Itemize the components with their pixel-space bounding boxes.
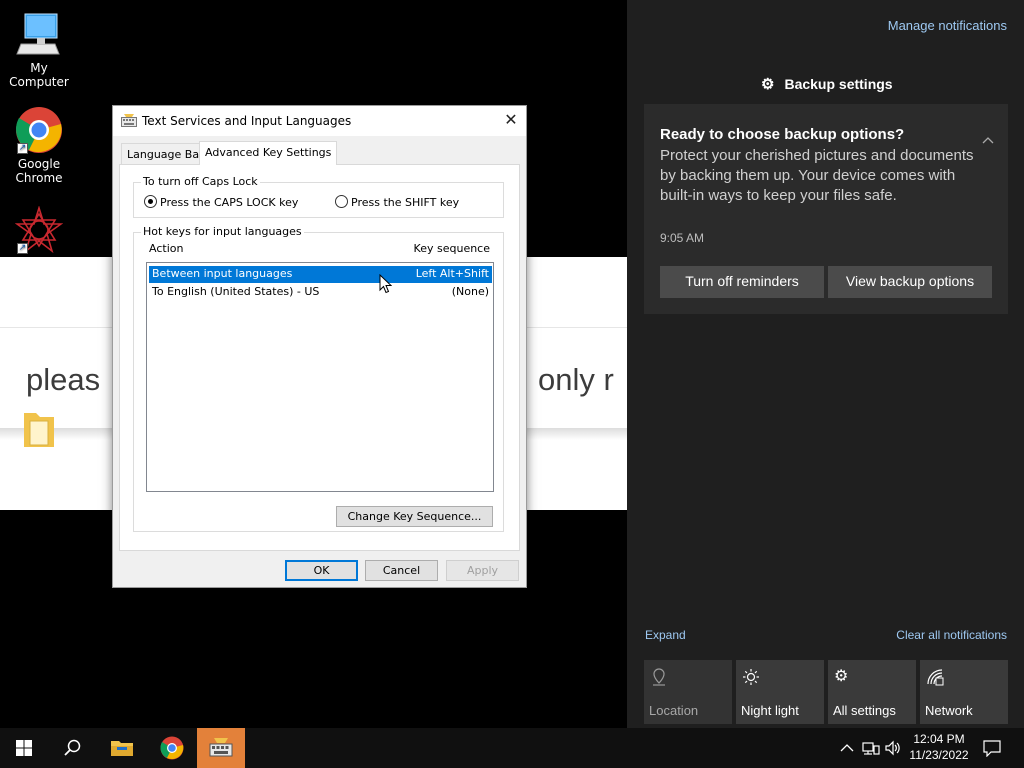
hotkeys-legend: Hot keys for input languages [141,225,304,238]
night-light-icon [742,668,760,686]
start-button[interactable] [0,728,48,768]
desktop-icon-label: My Computer [9,61,69,89]
column-header-key-sequence[interactable]: Key sequence [414,242,490,255]
quick-action-label: Network [925,703,973,718]
list-item-action: Between input languages [152,267,293,280]
tab-panel: To turn off Caps Lock Press the CAPS LOC… [119,164,520,551]
chrome-icon [160,736,184,760]
taskbar-text-services[interactable] [197,728,245,768]
taskbar-file-explorer[interactable] [98,728,146,768]
list-item-action: To English (United States) - US [152,285,320,298]
list-item-sequence: Left Alt+Shift [415,267,489,280]
ok-button[interactable]: OK [285,560,358,581]
notification-body: Protect your cherished pictures and docu… [660,147,974,204]
clock-date: 11/23/2022 [909,748,969,762]
caps-lock-key-radio[interactable]: Press the CAPS LOCK key [144,195,298,209]
shift-key-radio[interactable]: Press the SHIFT key [335,195,459,209]
cancel-button[interactable]: Cancel [365,560,438,581]
shortcut-arrow-icon: ↗ [17,143,28,154]
clock-time: 12:04 PM [913,732,965,746]
view-backup-options-button[interactable]: View backup options [828,266,992,298]
shortcut-arrow-icon: ↗ [17,243,28,254]
taskbar: 12:04 PM 11/23/2022 [0,728,1024,768]
expand-link[interactable]: Expand [645,628,686,642]
backup-notification[interactable]: Ready to choose backup options? Protect … [644,104,1008,314]
page-text-left: pleas [26,362,101,397]
desktop-icon-label: Google Chrome [15,157,63,185]
clear-all-notifications-link[interactable]: Clear all notifications [896,628,1007,642]
column-header-action[interactable]: Action [149,242,183,255]
network-tray-icon[interactable] [862,739,880,757]
desktop-icon-chrome[interactable]: ↗ Google Chrome [0,106,78,185]
list-item[interactable]: To English (United States) - US (None) [149,284,492,301]
computer-icon [15,10,63,58]
chevron-up-icon[interactable] [982,134,994,146]
quick-action-network[interactable]: Network [920,660,1008,724]
page-text-right: only r [538,362,614,397]
hotkeys-list[interactable]: Between input languages Left Alt+Shift T… [146,262,494,492]
taskbar-clock[interactable]: 12:04 PM 11/23/2022 [904,731,974,763]
manage-notifications-link[interactable]: Manage notifications [888,18,1007,33]
text-services-dialog[interactable]: Text Services and Input Languages ✕ Lang… [112,105,527,588]
windows-logo-icon [16,740,32,756]
change-key-sequence-button[interactable]: Change Key Sequence... [336,506,493,527]
radio-label: Press the SHIFT key [351,196,460,209]
quick-action-night-light[interactable]: Night light [736,660,824,724]
volume-icon[interactable] [884,739,902,757]
desktop-icon-my-computer[interactable]: My Computer [0,10,78,89]
radio-checked-icon [144,195,157,208]
notification-title: Ready to choose backup options? [660,126,905,143]
keyboard-icon [209,738,233,757]
notification-app-header[interactable]: ⚙ Backup settings [761,75,893,93]
quick-action-label: All settings [833,703,896,718]
apply-button[interactable]: Apply [446,560,519,581]
close-icon: ✕ [504,110,518,129]
quick-action-all-settings[interactable]: ⚙ All settings [828,660,916,724]
network-icon [926,668,944,686]
tab-language-bar[interactable]: Language Bar [121,143,210,165]
notification-time: 9:05 AM [660,231,705,245]
search-icon [64,739,81,756]
search-button[interactable] [48,728,96,768]
keyboard-icon [121,113,137,129]
radio-unchecked-icon [335,195,348,208]
close-button[interactable]: ✕ [496,106,526,136]
mouse-cursor-icon [379,273,393,298]
dialog-title: Text Services and Input Languages [142,114,352,128]
chrome-icon: ↗ [15,106,63,154]
folder-icon [22,407,56,453]
action-center[interactable]: Manage notifications ⚙ Backup settings Re… [627,0,1024,728]
caps-lock-legend: To turn off Caps Lock [141,175,260,188]
quick-action-label: Night light [741,703,799,718]
quick-action-location[interactable]: Location [644,660,732,724]
location-icon [650,668,668,686]
folder-icon [111,741,133,756]
list-item-sequence: (None) [451,285,489,298]
list-item[interactable]: Between input languages Left Alt+Shift [149,266,492,283]
turn-off-reminders-button[interactable]: Turn off reminders [660,266,824,298]
radio-label: Press the CAPS LOCK key [160,196,299,209]
dialog-titlebar[interactable]: Text Services and Input Languages ✕ [113,106,526,136]
caps-lock-group: To turn off Caps Lock Press the CAPS LOC… [133,175,504,218]
tab-advanced-key-settings[interactable]: Advanced Key Settings [199,141,338,165]
show-hidden-icons-chevron-up-icon[interactable] [838,739,856,757]
gear-icon: ⚙ [834,668,849,685]
red-star-app-icon: ↗ [14,205,64,254]
action-center-icon[interactable] [983,739,1001,758]
gear-icon: ⚙ [761,76,775,93]
app-name: Backup settings [784,76,893,92]
taskbar-chrome[interactable] [148,728,196,768]
desktop-icon-app[interactable]: ↗ [0,205,78,257]
quick-action-label: Location [649,703,699,718]
